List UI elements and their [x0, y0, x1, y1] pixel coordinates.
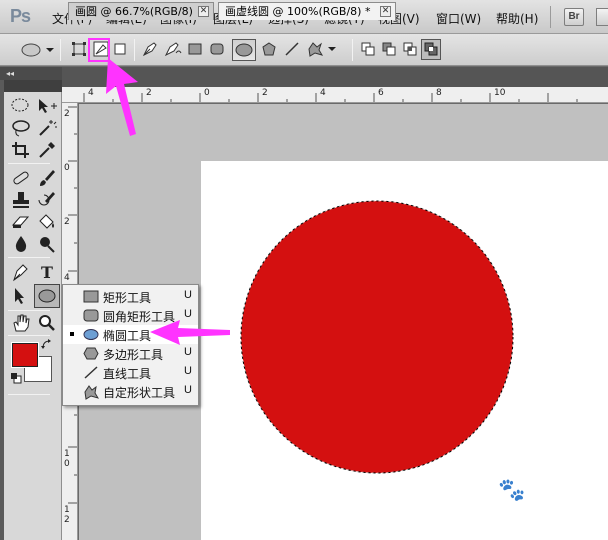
swap-colors-icon[interactable]	[40, 338, 62, 358]
paint-bucket-icon[interactable]	[36, 212, 58, 232]
ruler-tick-label: 2	[64, 109, 70, 119]
custom-shape-icon[interactable]	[306, 41, 336, 61]
shortcut-key: U	[184, 384, 192, 396]
watermark-logo: Bai🐾经验	[464, 477, 570, 502]
flyout-item-label: 矩形工具	[103, 291, 152, 305]
lasso-tool-icon[interactable]	[10, 118, 32, 138]
bridge-button[interactable]: Br	[564, 8, 584, 26]
flyout-item-line[interactable]: 直线工具 U	[63, 363, 198, 382]
minibridge-button[interactable]	[596, 8, 608, 26]
flyout-item-polygon[interactable]: 多边形工具 U	[63, 344, 198, 363]
zoom-tool-icon[interactable]	[36, 313, 58, 333]
shortcut-key: U	[184, 346, 192, 358]
exclude-area-icon[interactable]	[421, 39, 441, 60]
ruler-tick-label: 2	[262, 88, 268, 98]
ruler-tick-label: 8	[436, 88, 442, 98]
flyout-item-label: 直线工具	[103, 367, 152, 381]
menu-separator	[550, 6, 551, 28]
foreground-color-swatch[interactable]	[11, 342, 39, 368]
ruler-tick-label: 4	[88, 88, 94, 98]
eyedropper-tool-icon[interactable]	[36, 140, 58, 160]
red-circle-shape	[241, 201, 513, 473]
ruler-tick-label: 4	[64, 273, 70, 283]
rectangle-icon	[83, 290, 99, 306]
blur-tool-icon[interactable]	[10, 234, 32, 254]
menu-help[interactable]: 帮助(H)	[496, 10, 538, 27]
annotation-arrow-left-icon	[150, 320, 230, 345]
shape-layers-icon[interactable]	[72, 42, 86, 62]
ellipse-tool-icon[interactable]	[34, 284, 60, 308]
hand-tool-icon[interactable]	[10, 313, 32, 333]
default-colors-icon[interactable]	[10, 372, 22, 384]
annotation-arrow-up-icon	[106, 58, 138, 136]
pen-icon[interactable]	[142, 41, 158, 61]
ruler-tick-label: 0	[204, 88, 210, 98]
line-icon	[83, 366, 99, 382]
ellipse-icon	[83, 328, 99, 344]
watermark-url: jingyan.baidu.com	[496, 514, 577, 525]
brush-tool-icon[interactable]	[36, 168, 58, 188]
rectangle-shape-icon[interactable]	[188, 43, 202, 63]
crop-tool-icon[interactable]	[10, 140, 32, 160]
flyout-item-label: 多边形工具	[103, 348, 164, 362]
move-tool-icon[interactable]	[36, 96, 58, 116]
shortcut-key: U	[184, 365, 192, 377]
ruler-tick-label: 2	[146, 88, 152, 98]
polygon-shape-icon[interactable]	[262, 42, 276, 62]
ruler-tick-label: 0	[64, 163, 70, 173]
ruler-tick-label: 1 2	[64, 505, 70, 525]
add-to-area-icon[interactable]	[361, 42, 375, 62]
shortcut-key: U	[184, 308, 192, 320]
dodge-tool-icon[interactable]	[36, 234, 58, 254]
flyout-item-label: 自定形状工具	[103, 386, 176, 400]
ruler-tick-label: 4	[320, 88, 326, 98]
line-shape-icon[interactable]	[285, 42, 299, 62]
pen-tool-icon[interactable]	[10, 262, 32, 282]
ruler-tick-label: 2	[64, 217, 70, 227]
tab-doc-dashed-circle[interactable]: 画虚线圆 @ 100%(RGB/8) * ✕	[218, 2, 396, 20]
rounded-rectangle-shape-icon[interactable]	[210, 43, 224, 63]
eraser-tool-icon[interactable]	[10, 212, 32, 232]
tab-label: 画虚线圆 @ 100%(RGB/8) *	[225, 5, 371, 18]
tab-doc-circle[interactable]: 画圆 @ 66.7%(RGB/8) ✕	[68, 2, 214, 20]
selected-bullet-icon	[70, 332, 74, 336]
flyout-item-rectangle[interactable]: 矩形工具 U	[63, 287, 198, 306]
photoshop-logo: Ps	[10, 6, 31, 26]
clone-stamp-icon[interactable]	[10, 190, 32, 210]
flyout-item-custom-shape[interactable]: 自定形状工具 U	[63, 382, 198, 401]
subtract-area-icon[interactable]	[382, 42, 396, 62]
marquee-tool-icon[interactable]	[10, 96, 32, 116]
close-icon[interactable]: ✕	[198, 6, 209, 17]
collapse-toolbox-icon[interactable]: ◂◂	[0, 67, 62, 80]
history-brush-icon[interactable]	[36, 190, 58, 210]
ellipse-preset-icon[interactable]	[20, 42, 54, 62]
ruler-tick-label: 6	[378, 88, 384, 98]
polygon-icon	[83, 347, 99, 363]
ellipse-shape-icon[interactable]	[232, 39, 256, 61]
shortcut-key: U	[184, 289, 192, 301]
document-tabs-row	[0, 67, 608, 87]
rounded-rectangle-icon	[83, 309, 99, 325]
healing-brush-icon[interactable]	[10, 168, 32, 188]
close-icon[interactable]: ✕	[380, 6, 391, 17]
ruler-tick-label: 10	[494, 88, 506, 98]
tab-label: 画圆 @ 66.7%(RGB/8)	[75, 5, 193, 18]
svg-text:T: T	[41, 263, 53, 282]
magic-wand-icon[interactable]	[36, 118, 58, 138]
ruler-tick-label: 1 0	[64, 449, 70, 469]
intersect-area-icon[interactable]	[403, 42, 417, 62]
toolbox-header[interactable]	[4, 80, 62, 92]
flyout-item-label: 椭圆工具	[103, 329, 152, 343]
menu-window[interactable]: 窗口(W)	[436, 10, 481, 27]
path-selection-icon[interactable]	[10, 286, 32, 306]
freeform-pen-icon[interactable]	[164, 41, 182, 61]
horizontal-ruler: 4 2 0 2 4 6 8 10	[62, 87, 608, 103]
type-tool-icon[interactable]: T	[36, 262, 58, 282]
custom-shape-icon	[83, 385, 100, 403]
